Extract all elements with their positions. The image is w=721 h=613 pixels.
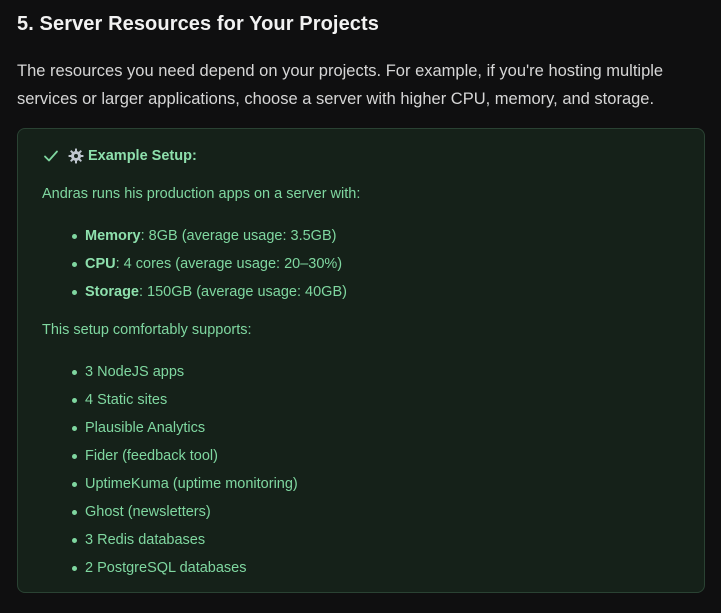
bullet — [72, 370, 77, 375]
list-item-text: 2 PostgreSQL databases — [85, 560, 247, 576]
check-icon — [44, 150, 58, 162]
spec-item-memory: Memory: 8GB (average usage: 3.5GB) — [72, 222, 347, 250]
list-item: 3 Redis databases — [72, 526, 298, 554]
bullet — [72, 262, 77, 267]
callout-title-text: Example Setup: — [88, 148, 197, 164]
list-item: 3 NodeJS apps — [72, 358, 298, 386]
list-item-text: 3 Redis databases — [85, 532, 206, 548]
spec-label: CPU — [85, 256, 116, 272]
spec-item-cpu: CPU: 4 cores (average usage: 20–30%) — [72, 250, 347, 278]
spec-item-storage: Storage: 150GB (average usage: 40GB) — [72, 278, 347, 306]
list-item-text: 4 Static sites — [85, 392, 168, 408]
list-item-text: Plausible Analytics — [85, 420, 206, 436]
section-heading: 5. Server Resources for Your Projects — [17, 13, 380, 35]
callout-lead: Andras runs his production apps on a ser… — [42, 186, 361, 202]
list-item: Plausible Analytics — [72, 414, 298, 442]
bullet — [72, 234, 77, 239]
intro-paragraph: The resources you need depend on your pr… — [17, 62, 664, 108]
spec-value: : 150GB (average usage: 40GB) — [139, 284, 347, 300]
supports-lead: This setup comfortably supports: — [42, 322, 252, 338]
spec-value: : 8GB (average usage: 3.5GB) — [140, 228, 337, 244]
bullet — [72, 290, 77, 295]
list-item: 2 PostgreSQL databases — [72, 554, 298, 582]
gear-icon — [68, 148, 84, 164]
list-item-text: UptimeKuma (uptime monitoring) — [85, 476, 298, 492]
supports-list: 3 NodeJS apps 4 Static sites Plausible A… — [72, 358, 298, 582]
bullet — [72, 482, 77, 487]
callout-title: Example Setup: — [42, 147, 197, 165]
bullet — [72, 510, 77, 515]
list-item: Fider (feedback tool) — [72, 442, 298, 470]
bullet — [72, 566, 77, 571]
list-item-text: Ghost (newsletters) — [85, 504, 211, 520]
list-item-text: Fider (feedback tool) — [85, 448, 218, 464]
list-item-text: 3 NodeJS apps — [85, 364, 185, 380]
specs-list: Memory: 8GB (average usage: 3.5GB) CPU: … — [72, 222, 347, 306]
spec-label: Memory — [85, 228, 141, 244]
bullet — [72, 454, 77, 459]
bullet — [72, 398, 77, 403]
list-item: Ghost (newsletters) — [72, 498, 298, 526]
spec-value: : 4 cores (average usage: 20–30%) — [115, 256, 343, 272]
list-item: 4 Static sites — [72, 386, 298, 414]
bullet — [72, 538, 77, 543]
list-item: UptimeKuma (uptime monitoring) — [72, 470, 298, 498]
spec-label: Storage — [85, 284, 139, 300]
example-callout: Example Setup: Andras runs his productio… — [17, 128, 705, 593]
bullet — [72, 426, 77, 431]
